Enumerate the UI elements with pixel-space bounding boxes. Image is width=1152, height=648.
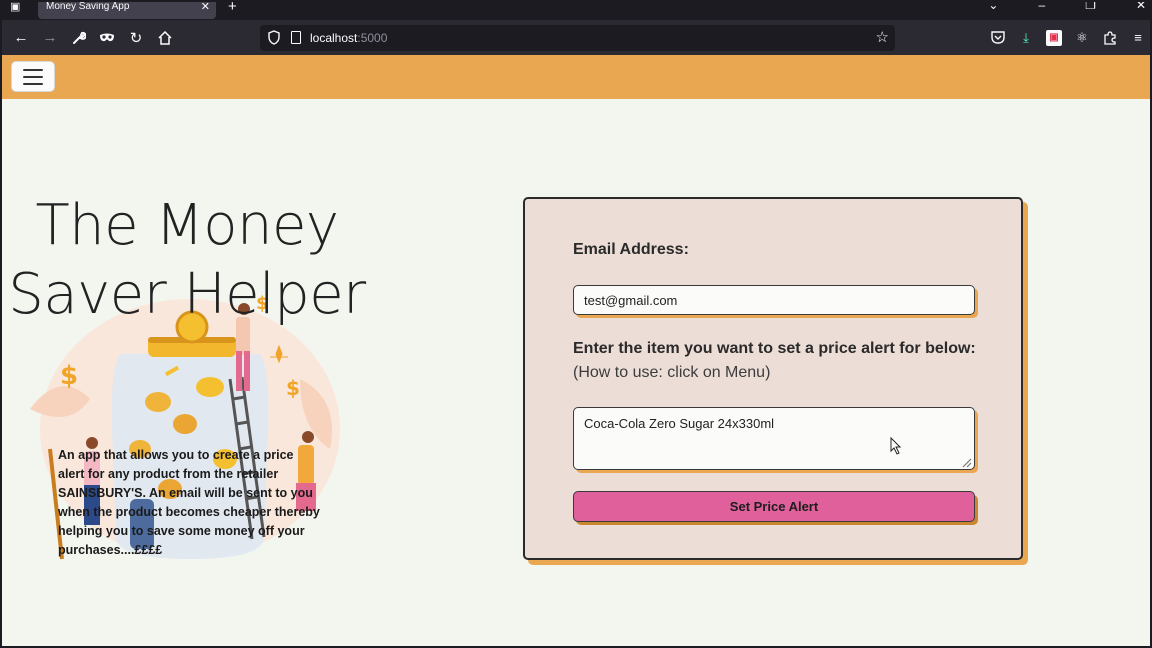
close-window-icon[interactable]: ✕ — [1136, 2, 1146, 12]
toolbar-icons: ⤓ ▣ ⚛ ≡ — [990, 20, 1146, 55]
mouse-cursor-icon — [890, 437, 902, 455]
browser-tab[interactable]: Money Saving App ✕ — [38, 2, 216, 19]
tab-bar: ▣ Money Saving App ✕ + ⌄ – ❐ ✕ — [2, 2, 1150, 20]
react-devtools-icon[interactable]: ⚛ — [1074, 30, 1090, 46]
close-icon[interactable]: ✕ — [201, 2, 210, 13]
pocket-icon[interactable] — [990, 30, 1006, 46]
browser-window: ▣ Money Saving App ✕ + ⌄ – ❐ ✕ ← → ↻ loc… — [0, 0, 1152, 648]
svg-text:$: $ — [286, 376, 300, 400]
plus-icon[interactable]: + — [228, 2, 237, 15]
restore-icon[interactable]: ❐ — [1085, 2, 1096, 12]
set-price-alert-button[interactable]: Set Price Alert — [573, 491, 975, 522]
hero-title: The Money Saver Helper — [8, 193, 366, 327]
arrow-right-icon[interactable]: → — [37, 20, 63, 55]
hamburger-line — [23, 68, 43, 71]
address-bar[interactable]: localhost:5000 ☆ — [260, 25, 895, 51]
resize-handle-icon[interactable] — [961, 457, 972, 468]
item-label: Enter the item you want to set a price a… — [573, 340, 976, 357]
chevron-down-icon[interactable]: ⌄ — [988, 2, 998, 12]
item-hint: (How to use: click on Menu) — [573, 364, 771, 381]
url-host: localhost — [310, 31, 358, 45]
mask-icon[interactable] — [94, 20, 120, 55]
url-text[interactable]: localhost:5000 — [310, 31, 387, 45]
hero-description: An app that allows you to create a price… — [58, 448, 320, 557]
menu-toggle-button[interactable] — [11, 61, 55, 92]
home-icon[interactable] — [152, 20, 178, 55]
hamburger-line — [23, 75, 43, 78]
hamburger-line — [23, 82, 43, 85]
arrow-left-icon[interactable]: ← — [8, 20, 34, 55]
hamburger-icon[interactable]: ≡ — [1130, 30, 1146, 46]
reload-icon[interactable]: ↻ — [123, 20, 149, 55]
wrench-icon[interactable] — [66, 20, 92, 55]
navigation-toolbar: ← → ↻ localhost:5000 ☆ ⤓ ▣ ⚛ ≡ — [2, 20, 1150, 55]
puzzle-icon[interactable] — [1102, 30, 1118, 46]
tab-title: Money Saving App — [46, 1, 130, 12]
window-controls: ⌄ – ❐ ✕ — [988, 2, 1146, 12]
star-icon[interactable]: ☆ — [876, 28, 889, 46]
price-alert-card: Email Address: Enter the item you want t… — [523, 197, 1023, 560]
item-textarea[interactable]: Coca-Cola Zero Sugar 24x330ml — [573, 407, 975, 470]
shield-icon[interactable] — [268, 30, 280, 45]
email-field[interactable] — [573, 285, 975, 315]
email-label: Email Address: — [573, 241, 689, 258]
url-port: :5000 — [357, 31, 388, 45]
extension-icon[interactable]: ▣ — [1046, 29, 1062, 46]
app-header — [2, 55, 1150, 99]
minimize-icon[interactable]: – — [1038, 2, 1045, 12]
svg-text:$: $ — [60, 361, 78, 391]
tab-list-icon[interactable]: ▣ — [10, 2, 24, 14]
page-content: $ $ $ The Money Saver Helper An app that… — [2, 99, 1150, 646]
page-icon — [291, 31, 301, 44]
download-icon[interactable]: ⤓ — [1018, 30, 1034, 46]
